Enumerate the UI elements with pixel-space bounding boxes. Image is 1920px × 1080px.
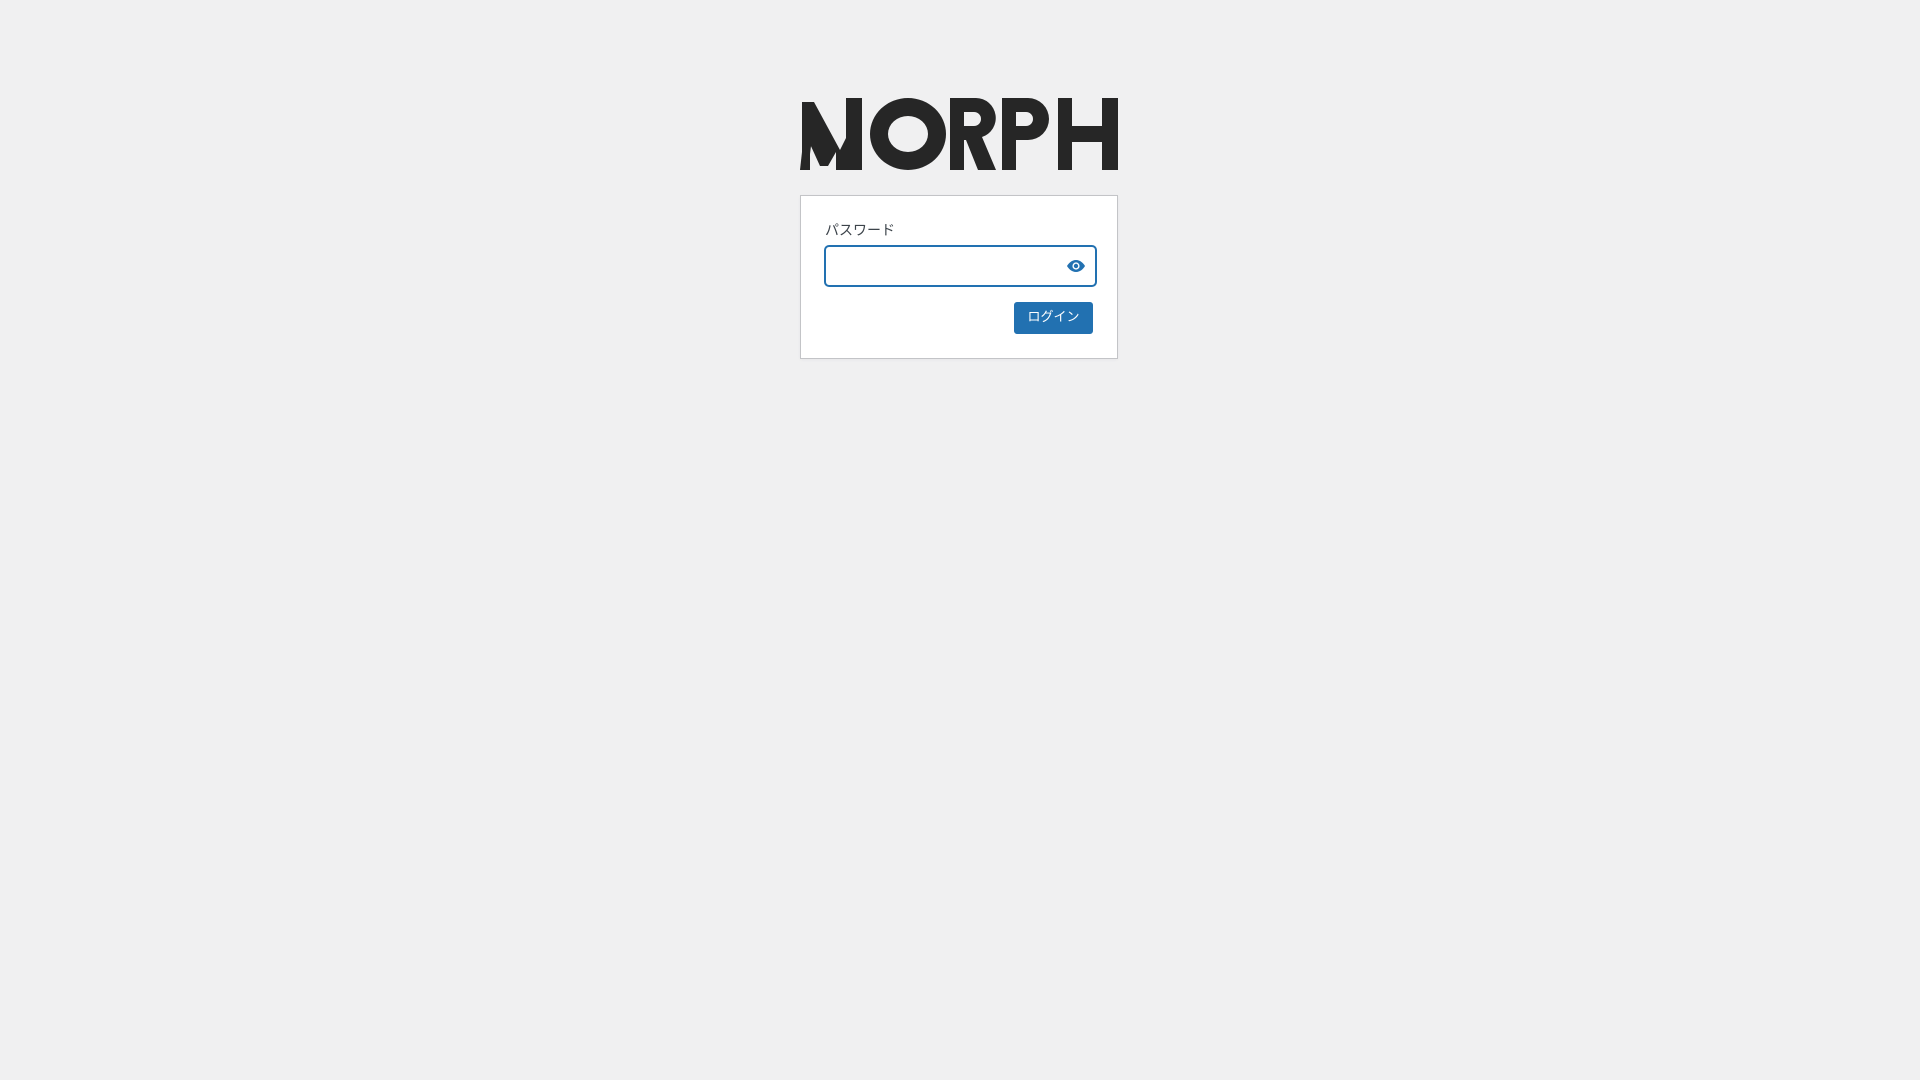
eye-icon <box>1067 260 1085 272</box>
login-page: パスワード ログイン <box>0 0 1920 1080</box>
morph-logo[interactable] <box>800 94 1120 174</box>
password-input[interactable] <box>826 247 1056 285</box>
login-button[interactable]: ログイン <box>1014 302 1093 334</box>
password-form: パスワード ログイン <box>800 195 1118 359</box>
show-password-button[interactable] <box>1059 249 1093 283</box>
morph-wordmark-logo <box>800 98 1118 170</box>
password-field-wrapper <box>825 246 1096 286</box>
password-label: パスワード <box>825 223 895 239</box>
